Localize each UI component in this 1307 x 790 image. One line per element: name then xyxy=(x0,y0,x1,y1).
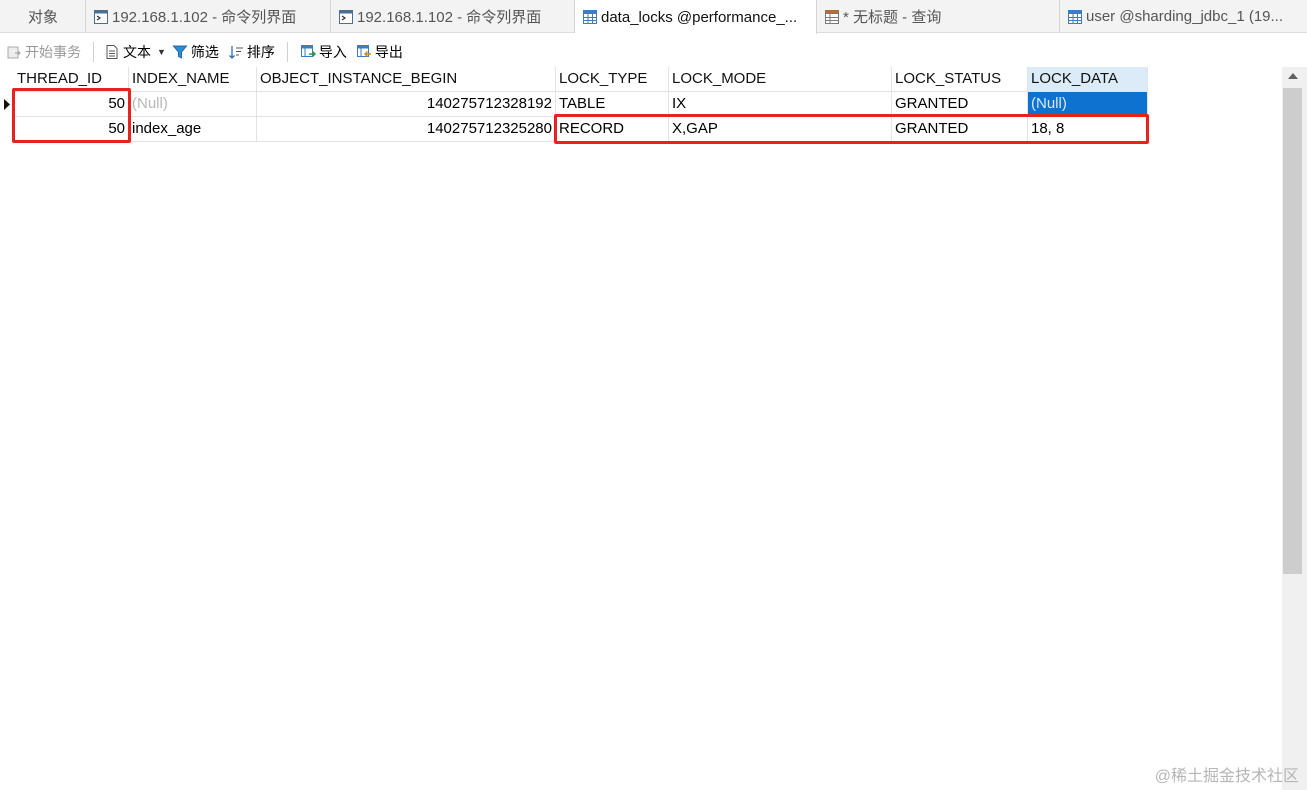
row-pointer-icon xyxy=(4,99,10,110)
filter-button[interactable]: 筛选 xyxy=(172,40,219,64)
highlight-box-thread-id xyxy=(12,88,131,143)
column-header-object-instance-begin[interactable]: OBJECT_INSTANCE_BEGIN xyxy=(257,67,556,92)
import-button[interactable]: 导入 xyxy=(300,40,347,64)
console-icon xyxy=(339,9,353,24)
query-icon xyxy=(825,9,839,24)
data-grid: THREAD_ID INDEX_NAME OBJECT_INSTANCE_BEG… xyxy=(0,67,1282,790)
vertical-scrollbar[interactable] xyxy=(1282,67,1307,790)
table-icon xyxy=(1068,9,1082,24)
column-header-index-name[interactable]: INDEX_NAME xyxy=(129,67,257,92)
toolbar: 开始事务 文本 ▼ 筛选 排序 导入 导出 xyxy=(0,36,1307,67)
tab-console-2[interactable]: 192.168.1.102 - 命令列界面 xyxy=(331,0,575,33)
chevron-down-icon[interactable]: ▼ xyxy=(157,47,166,57)
import-icon xyxy=(300,44,316,57)
cell-index-name[interactable]: index_age xyxy=(129,117,257,142)
column-header-lock-data[interactable]: LOCK_DATA xyxy=(1028,67,1148,92)
cell-index-name[interactable]: (Null) xyxy=(129,92,257,117)
scrollbar-thumb[interactable] xyxy=(1283,88,1302,574)
tab-label: 192.168.1.102 - 命令列界面 xyxy=(357,9,542,26)
begin-transaction-button[interactable]: 开始事务 xyxy=(6,40,81,64)
tab-label: 对象 xyxy=(28,9,59,26)
tab-label: data_locks @performance_... xyxy=(601,8,798,26)
toolbar-divider xyxy=(93,41,94,62)
cell-object-instance-begin[interactable]: 140275712328192 xyxy=(257,92,556,117)
column-header-lock-mode[interactable]: LOCK_MODE xyxy=(669,67,892,92)
tab-objects[interactable]: 对象 xyxy=(0,0,86,33)
tab-bar: 对象 192.168.1.102 - 命令列界面 192.168.1.102 -… xyxy=(0,0,1307,34)
cell-object-instance-begin[interactable]: 140275712325280 xyxy=(257,117,556,142)
transaction-icon xyxy=(7,46,21,58)
filter-funnel-icon xyxy=(172,45,188,59)
table-icon xyxy=(583,10,597,24)
toolbar-divider xyxy=(286,41,288,62)
watermark: @稀土掘金技术社区 xyxy=(1154,768,1299,785)
export-icon xyxy=(356,44,371,57)
sort-button[interactable]: 排序 xyxy=(228,40,275,64)
text-document-icon xyxy=(106,44,118,59)
scroll-up-arrow-icon[interactable] xyxy=(1288,73,1298,79)
tab-untitled-query[interactable]: * 无标题 - 查询 xyxy=(817,0,1060,33)
tab-label: * 无标题 - 查询 xyxy=(843,9,942,26)
highlight-box-record-lock xyxy=(554,114,1149,144)
export-button[interactable]: 导出 xyxy=(356,40,403,64)
tab-data-locks[interactable]: data_locks @performance_... xyxy=(575,0,817,34)
sort-icon xyxy=(228,45,243,59)
tab-console-1[interactable]: 192.168.1.102 - 命令列界面 xyxy=(86,0,331,33)
tab-label: user @sharding_jdbc_1 (19... xyxy=(1086,8,1284,25)
tab-user-table[interactable]: user @sharding_jdbc_1 (19... xyxy=(1060,0,1307,33)
column-header-lock-type[interactable]: LOCK_TYPE xyxy=(556,67,669,92)
console-icon xyxy=(94,9,108,24)
tab-label: 192.168.1.102 - 命令列界面 xyxy=(112,9,297,26)
column-header-lock-status[interactable]: LOCK_STATUS xyxy=(892,67,1028,92)
text-view-button[interactable]: 文本 ▼ xyxy=(104,40,166,64)
